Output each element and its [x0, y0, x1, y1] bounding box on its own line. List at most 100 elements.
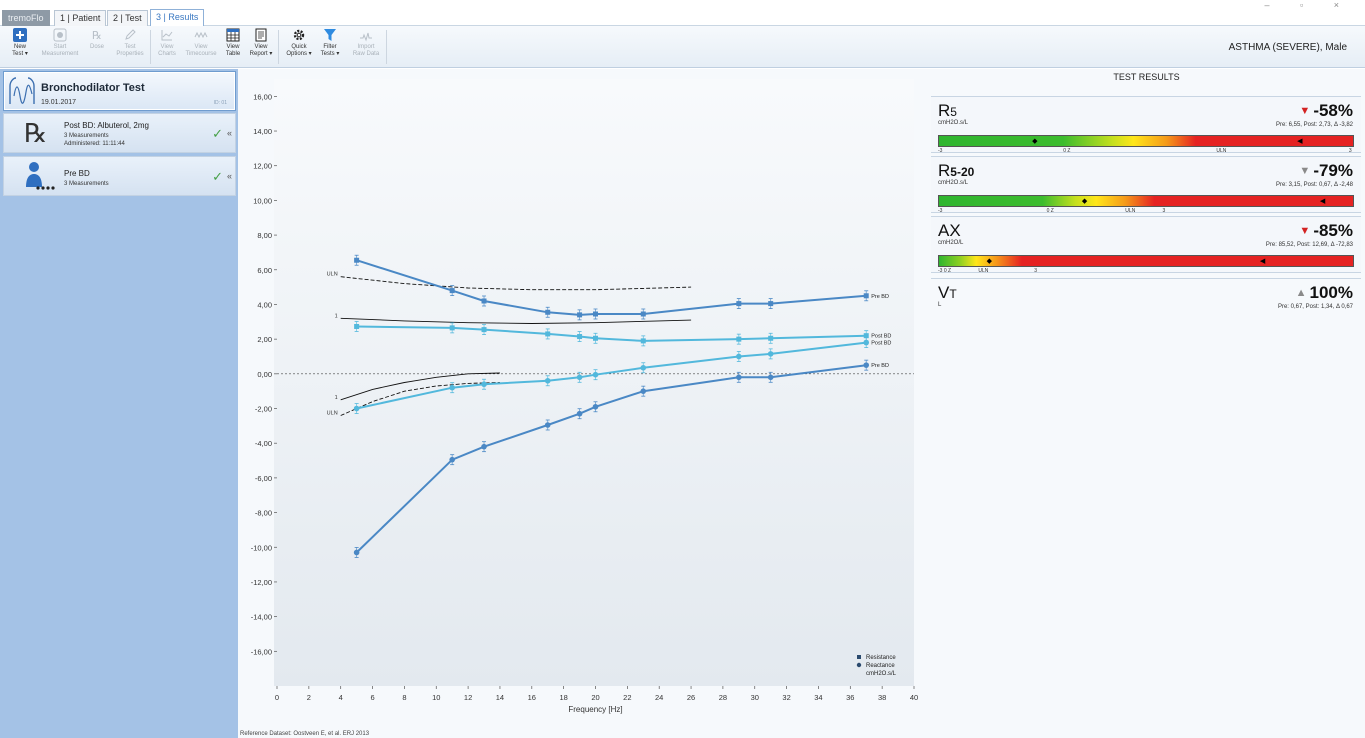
- y-tick-label: 2,00: [257, 335, 272, 344]
- collapse-button[interactable]: «: [227, 171, 232, 181]
- result-percent: ▼ -79%: [1299, 161, 1353, 181]
- y-tick-label: 8,00: [257, 231, 272, 240]
- x-tick-label: 6: [370, 693, 374, 702]
- legend-marker: [856, 662, 862, 668]
- window-controls[interactable]: – ▫ ×: [1265, 0, 1353, 10]
- result-bar: ◆ ◀ -3 0 Z ULN 3: [938, 135, 1354, 154]
- view-report-button[interactable]: View Report ▾: [244, 28, 278, 58]
- result-detail: Pre: 85,52, Post: 12,69, Δ -72,83: [1265, 242, 1353, 248]
- x-tick-label: 16: [528, 693, 536, 702]
- view-report-label: View: [254, 44, 268, 50]
- result-name-sub: T: [949, 287, 957, 301]
- result-detail: Pre: 0,67, Post: 1,34, Δ 0,67: [1277, 304, 1353, 310]
- result-percent-value: 100%: [1309, 283, 1353, 302]
- result-name-main: V: [938, 283, 950, 302]
- reference-line-label: 1: [335, 313, 338, 319]
- y-tick-label: 16,00: [253, 92, 272, 101]
- y-tick-label: 0,00: [257, 370, 272, 379]
- pre-marker-icon: ◆: [1081, 198, 1088, 205]
- data-point: [863, 339, 870, 346]
- result-rs[interactable]: R5 cmH2O.s/L ▼ -58% Pre: 6,55, Post: 2,73…: [931, 96, 1361, 154]
- bar-tick: 3: [1034, 268, 1037, 274]
- y-tick-label: 12,00: [253, 162, 272, 171]
- data-point: [592, 371, 599, 378]
- start-sublabel: Measurement: [41, 51, 79, 57]
- record-icon: [53, 28, 67, 42]
- legend-label: Resistance: [866, 655, 896, 661]
- filter-tests-sublabel: Tests ▾: [320, 51, 340, 57]
- result-name-main: R: [938, 161, 951, 180]
- data-point: [577, 334, 583, 340]
- start-measurement-button[interactable]: Start Measurement: [38, 28, 82, 58]
- tab-app[interactable]: tremoFlo: [2, 10, 50, 26]
- result-percent: ▲ 100%: [1296, 283, 1353, 303]
- svg-text:℞: ℞: [24, 119, 47, 148]
- test-title: Bronchodilator Test: [41, 82, 145, 94]
- frequency-chart[interactable]: 16,00 14,00 12,00 10,00 8,00 6,00 4,00 2,00 0,00…: [238, 69, 928, 738]
- data-point: [449, 456, 455, 463]
- x-tick-label: 10: [432, 693, 440, 702]
- result-vt[interactable]: VT L ▲ 100% Pre: 0,67, Post: 1,34, Δ 0,67: [931, 278, 1361, 335]
- rx-icon: ℞: [92, 29, 102, 42]
- data-point: [640, 338, 646, 344]
- data-point: [767, 351, 774, 357]
- series-end-label: Pre BD: [871, 294, 889, 300]
- bar-tick: -3 0 Z: [938, 268, 952, 274]
- x-tick-label: 26: [687, 693, 695, 702]
- view-timecourse-button[interactable]: View Timecourse: [183, 28, 219, 58]
- report-icon: [255, 28, 267, 42]
- oscillometry-chart-panel: 16,00 14,00 12,00 10,00 8,00 6,00 4,00 2,00 0,00…: [238, 69, 928, 738]
- up-arrow-icon: ▲: [1295, 287, 1307, 299]
- result-name-main: R: [938, 101, 951, 120]
- data-point: [481, 327, 487, 333]
- new-test-label: New: [13, 44, 26, 50]
- view-timecourse-label: View: [194, 44, 208, 50]
- result-rs-20[interactable]: R5-20 cmH2O.s/L ▼ -79% Pre: 3,15, Post: 0…: [931, 156, 1361, 214]
- tab-results[interactable]: 3 | Results: [150, 9, 205, 27]
- data-point: [736, 374, 742, 381]
- data-point: [736, 336, 742, 342]
- test-card-bronchodilator[interactable]: Bronchodilator Test 19.01.2017 ID: 01: [3, 71, 236, 111]
- import-raw-data-button[interactable]: Import Raw Data: [349, 28, 383, 58]
- collapse-button[interactable]: «: [227, 128, 232, 138]
- reference-line-label: 1: [335, 395, 338, 401]
- data-point: [640, 311, 646, 317]
- post-bd-item[interactable]: ℞ Post BD: Albuterol, 2mg 3 Measurements…: [3, 113, 236, 153]
- dose-button[interactable]: ℞ Dose: [80, 28, 114, 51]
- y-tick-label: 10,00: [253, 196, 272, 205]
- data-point: [863, 362, 870, 368]
- test-date: 19.01.2017: [41, 99, 77, 106]
- toolbar-separator: [386, 30, 387, 64]
- pre-marker-icon: ◆: [986, 258, 992, 265]
- bar-tick: ULN: [978, 268, 989, 274]
- bar-tick: 0 Z: [1046, 208, 1054, 214]
- test-results-panel: TEST RESULTS R5 cmH2O.s/L ▼ -58% Pre: 6,5…: [928, 69, 1365, 738]
- new-test-button[interactable]: New Test ▾: [3, 28, 37, 58]
- data-point: [576, 410, 583, 417]
- data-point: [736, 353, 742, 360]
- view-charts-button[interactable]: View Charts: [150, 28, 184, 58]
- post-bd-measurements: 3 Measurements: [64, 133, 109, 139]
- x-tick-label: 14: [496, 693, 504, 702]
- filter-tests-button[interactable]: Filter Tests ▾: [313, 28, 347, 58]
- test-id-tag: ID: 01: [213, 100, 227, 106]
- reference-line-label: ULN: [327, 272, 338, 278]
- data-point: [577, 312, 583, 318]
- tab-test[interactable]: 2 | Test: [107, 10, 148, 26]
- series-end-label: Post BD: [871, 334, 891, 340]
- data-point: [353, 405, 360, 412]
- bar-tick: ULN: [1216, 148, 1227, 154]
- result-ax[interactable]: AX cmH2O/L ▼ -85% Pre: 85,52, Post: 12,69…: [931, 216, 1361, 274]
- x-axis-label: Frequency [Hz]: [568, 705, 622, 714]
- chart-icon: [161, 30, 173, 41]
- y-tick-label: -16,00: [251, 647, 272, 656]
- tab-patient[interactable]: 1 | Patient: [54, 10, 107, 26]
- quick-options-button[interactable]: Quick Options ▾: [282, 28, 316, 58]
- x-tick-label: 12: [464, 693, 472, 702]
- data-point: [354, 323, 360, 329]
- x-tick-label: 0: [275, 693, 279, 702]
- pre-marker-icon: ◆: [1032, 138, 1038, 145]
- reference-line-label: ULN: [327, 410, 338, 416]
- test-properties-button[interactable]: Test Properties: [113, 28, 147, 58]
- pre-bd-item[interactable]: Pre BD 3 Measurements ✓ «: [3, 156, 236, 196]
